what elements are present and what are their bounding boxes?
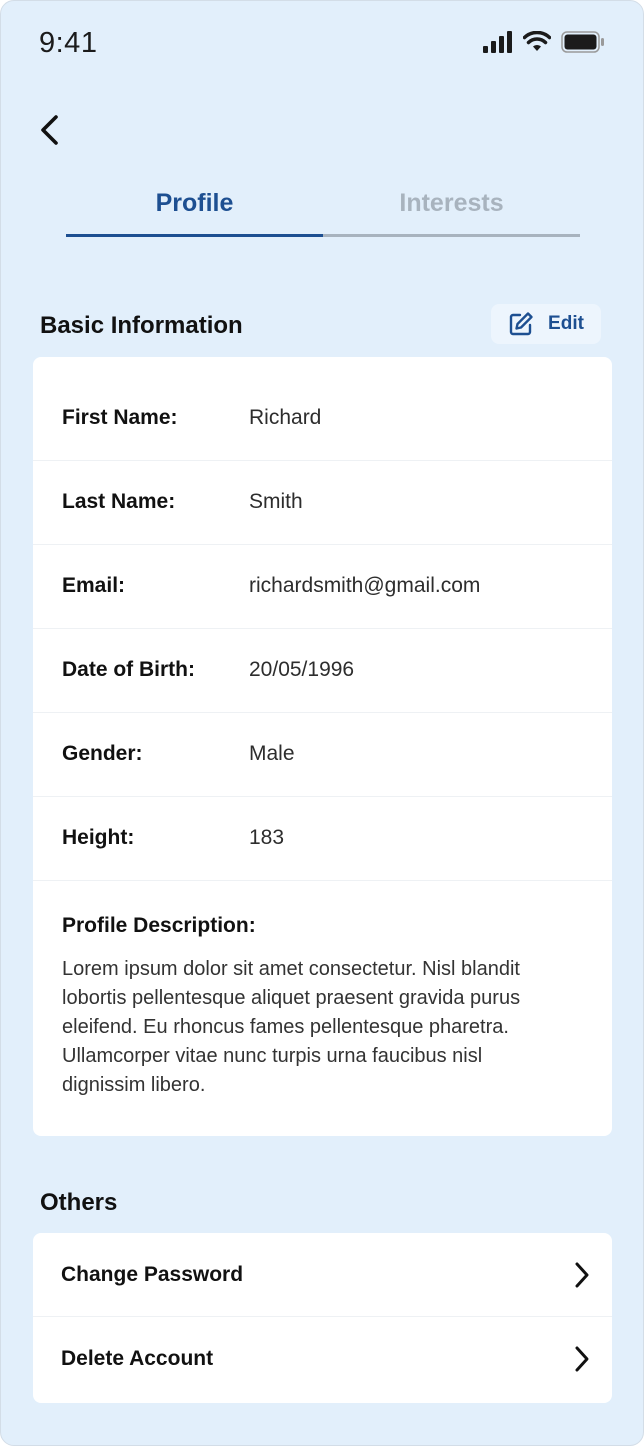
first-name-label: First Name: (62, 406, 178, 429)
status-icons (483, 31, 605, 53)
info-row-height: Height: 183 (33, 797, 612, 881)
last-name-label: Last Name: (62, 490, 176, 513)
email-label: Email: (62, 574, 126, 597)
height-label: Height: (62, 826, 135, 849)
chevron-left-icon (41, 115, 58, 145)
change-password-label: Change Password (61, 1262, 244, 1286)
last-name-value: Smith (249, 490, 303, 513)
first-name-value: Richard (249, 406, 322, 429)
info-row-first-name: First Name: Richard (33, 357, 612, 461)
date-of-birth-value: 20/05/1996 (249, 658, 355, 681)
status-time: 9:41 (39, 27, 98, 59)
battery-icon (561, 31, 604, 53)
edit-icon (509, 312, 533, 336)
tab-bar: Profile Interests (66, 189, 580, 237)
chevron-right-icon (575, 1346, 589, 1372)
signal-icon (483, 31, 512, 53)
tab-interests[interactable]: Interests (323, 189, 580, 237)
basic-info-card: First Name: Richard Last Name: Smith Ema… (33, 357, 612, 1136)
info-row-last-name: Last Name: Smith (33, 461, 612, 545)
tab-interests-indicator (323, 234, 580, 237)
gender-label: Gender: (62, 742, 143, 765)
edit-button[interactable]: Edit (491, 304, 601, 344)
delete-account-item[interactable]: Delete Account (33, 1317, 612, 1401)
profile-description-text: Lorem ipsum dolor sit amet consectetur. … (62, 958, 521, 1096)
back-button[interactable] (37, 111, 65, 151)
tab-profile[interactable]: Profile (66, 189, 323, 237)
tab-profile-label: Profile (155, 189, 234, 217)
info-row-email: Email: richardsmith@gmail.com (33, 545, 612, 629)
basic-info-title: Basic Information (40, 312, 243, 339)
info-row-date-of-birth: Date of Birth: 20/05/1996 (33, 629, 612, 713)
profile-description-label: Profile Description: (62, 914, 256, 937)
delete-account-label: Delete Account (61, 1347, 214, 1370)
date-of-birth-label: Date of Birth: (62, 658, 195, 681)
height-value: 183 (249, 826, 285, 849)
chevron-right-icon (575, 1262, 589, 1287)
email-value: richardsmith@gmail.com (249, 574, 481, 597)
edit-label: Edit (548, 313, 584, 334)
tab-interests-label: Interests (399, 189, 504, 217)
info-row-gender: Gender: Male (33, 713, 612, 797)
gender-value: Male (249, 742, 295, 765)
tab-profile-indicator (66, 234, 323, 237)
others-title: Others (40, 1189, 118, 1216)
phone-screen: 9:41 Profile Interests Basic Information… (0, 0, 644, 1446)
wifi-icon (523, 31, 551, 51)
others-card: Change Password Delete Account (33, 1233, 612, 1403)
change-password-item[interactable]: Change Password (33, 1233, 612, 1317)
